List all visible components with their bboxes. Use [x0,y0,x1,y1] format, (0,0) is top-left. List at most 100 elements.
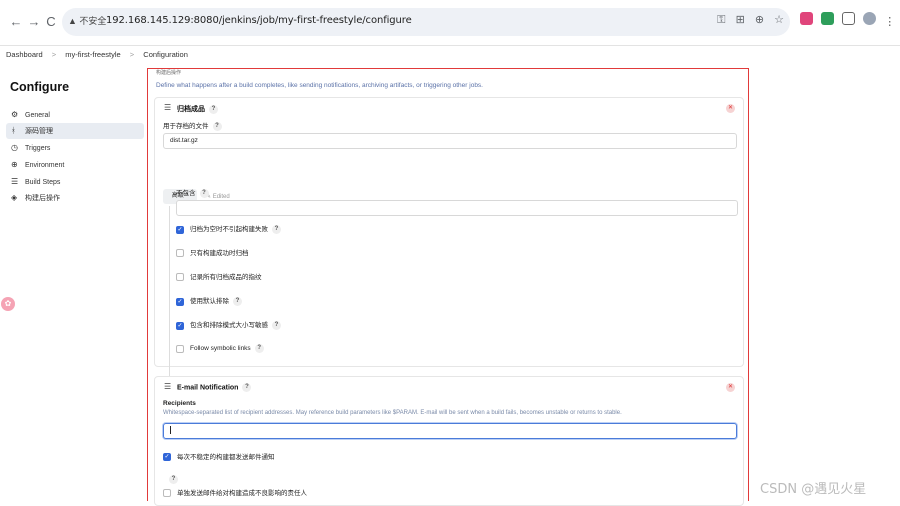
browser-toolbar: ← → C ▲ 不安全 192.168.145.129:8080/jenkins… [0,0,900,46]
help-icon[interactable]: ? [199,188,209,198]
close-icon[interactable]: ✕ [726,383,735,392]
recipients-label: Recipients [163,400,196,407]
help-icon[interactable]: ? [233,297,242,306]
sidebar-item-label: 构建后操作 [25,195,60,202]
checkbox-checked-icon[interactable]: ✓ [176,297,184,306]
sidebar-item-label: Triggers [25,145,51,152]
checkbox-checked-icon[interactable]: ✓ [176,225,184,234]
list-icon: ☰ [11,177,19,186]
email-notification-card: ☰ E-mail Notification? ✕ Recipients Whit… [154,376,744,506]
help-icon[interactable]: ? [212,121,222,131]
breadcrumb: Dashboard > my-first-freestyle > Configu… [0,50,900,68]
sidebar-item-general[interactable]: ⚙ General [6,107,144,123]
package-icon: ◈ [11,193,18,202]
files-to-archive-label: 用于存档的文件? [163,120,222,131]
config-sidebar: Configure ⚙ General ᚼ 源码管理 ◷ Triggers ⊕ Envi… [0,68,148,501]
breadcrumb-dashboard[interactable]: Dashboard [6,50,43,59]
help-icon[interactable]: ? [254,344,264,353]
checkbox-checked-icon[interactable]: ✓ [176,321,184,330]
text-caret [170,426,171,435]
page-title: Configure [10,80,70,94]
drag-handle-icon[interactable]: ☰ [164,103,171,112]
help-icon[interactable]: ? [272,321,281,330]
sidebar-item-label: 源码管理 [25,128,53,135]
option-follow-symlinks[interactable]: Follow symbolic links? [176,344,264,354]
excludes-label: 不包含? [176,187,209,198]
option-label: 每次不稳定的构建都发送邮件通知 [177,454,275,461]
sidebar-item-scm[interactable]: ᚼ 源码管理 [6,123,144,139]
option-case-sensitive[interactable]: ✓ 包含和排除模式大小写敏感? [176,321,281,331]
breadcrumb-separator: > [51,50,57,59]
address-bar[interactable]: ▲ 不安全 192.168.145.129:8080/jenkins/job/m… [62,8,790,36]
card-title: 归档成品? [177,104,218,114]
recipients-description: Whitespace-separated list of recipient a… [163,410,622,416]
watermark: CSDN @遇见火星 [760,482,867,497]
section-header: 构建后操作 [156,70,182,76]
sidebar-item-environment[interactable]: ⊕ Environment [6,157,144,173]
back-icon[interactable]: ← [6,12,26,32]
zoom-icon[interactable]: ⊕ [755,14,764,26]
help-icon[interactable]: ? [169,475,178,484]
post-build-section: 构建后操作 Define what happens after a build … [147,68,749,506]
extension-green-icon[interactable] [821,12,835,25]
translate-icon[interactable]: ⊞ [736,14,745,26]
option-label: 只有构建成功时归档 [190,250,249,257]
bookmark-star-icon[interactable]: ☆ [774,14,784,26]
archive-artifacts-card: ☰ 归档成品? ✕ 用于存档的文件? dist.tar.gz 高级 ^ ✎ Ed… [154,97,744,386]
sidebar-item-label: Environment [25,162,65,169]
insecure-badge[interactable]: ▲ 不安全 [68,14,106,27]
excludes-input[interactable] [176,200,738,216]
edited-indicator: ✎ Edited [206,194,230,200]
option-label: 单独发送邮件给对构建造成不良影响的责任人 [177,490,307,497]
sidebar-item-label: General [25,112,50,119]
clock-icon: ◷ [11,143,18,152]
checkbox-icon[interactable] [176,344,184,353]
card-title-text: E-mail Notification [177,384,239,392]
option-allow-empty-archive[interactable]: ✓ 归档为空时不引起构建失败? [176,225,281,235]
recipients-input[interactable] [163,423,737,439]
files-to-archive-input[interactable]: dist.tar.gz [163,133,737,149]
option-label: 包含和排除模式大小写敏感 [190,322,268,330]
help-icon[interactable]: ? [272,225,281,234]
option-label: 记录所有归档成品的指纹 [190,274,262,281]
password-key-icon[interactable]: ⚿ [717,14,725,26]
option-only-if-successful[interactable]: 只有构建成功时归档 [176,249,249,259]
drag-handle-icon[interactable]: ☰ [164,382,171,391]
option-label: Follow symbolic links [190,345,251,353]
url-text[interactable]: 192.168.145.129:8080/jenkins/job/my-firs… [106,15,412,26]
extensions-puzzle-icon[interactable] [842,12,856,25]
option-label: 使用默认排除 [190,298,229,306]
option-fingerprint[interactable]: 记录所有归档成品的指纹 [176,273,262,283]
breadcrumb-job[interactable]: my-first-freestyle [65,50,120,59]
reload-icon[interactable]: C [41,12,61,32]
checkbox-icon[interactable] [176,249,184,258]
card-title-text: 归档成品 [177,106,205,113]
sidebar-item-triggers[interactable]: ◷ Triggers [6,140,144,156]
checkbox-checked-icon[interactable]: ✓ [163,453,171,462]
address-bar-actions: ⚿ ⊞ ⊕ ☆ [710,13,784,27]
sidebar-item-build-steps[interactable]: ☰ Build Steps [6,174,144,190]
option-send-to-culprits[interactable]: 单独发送邮件给对构建造成不良影响的责任人 [163,489,307,499]
sidebar-item-post-build[interactable]: ◈ 构建后操作 [6,190,144,206]
menu-kebab-icon[interactable]: ⋮ [884,16,895,29]
help-icon[interactable]: ? [242,383,252,392]
files-to-archive-label-text: 用于存档的文件 [163,123,209,130]
card-title: E-mail Notification? [177,383,252,392]
close-icon[interactable]: ✕ [726,104,735,113]
extension-icons: ⋮ [800,12,895,29]
checkbox-icon[interactable] [176,273,184,282]
option-every-unstable-build[interactable]: ✓ 每次不稳定的构建都发送邮件通知 [163,453,275,463]
option-label: 归档为空时不引起构建失败 [190,226,268,234]
floating-helper-icon[interactable]: ✿ [1,297,15,311]
excludes-label-text: 不包含 [176,190,196,197]
breadcrumb-separator: > [129,50,135,59]
help-icon[interactable]: ? [209,104,218,114]
globe-icon: ⊕ [11,160,18,169]
option-default-excludes[interactable]: ✓ 使用默认排除? [176,297,242,307]
breadcrumb-configuration[interactable]: Configuration [143,50,188,59]
checkbox-icon[interactable] [163,489,171,498]
profile-avatar[interactable] [863,12,877,25]
extension-red-icon[interactable] [800,12,813,25]
section-description: Define what happens after a build comple… [156,82,483,89]
branch-icon: ᚼ [11,126,16,135]
